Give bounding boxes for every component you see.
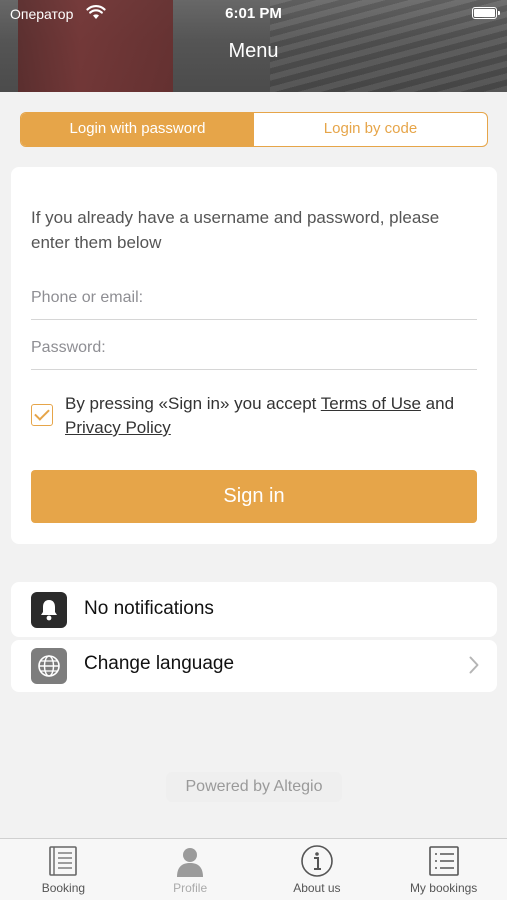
page-title: Menu [228,40,279,62]
tab-profile[interactable]: Profile [127,839,254,900]
tab-about[interactable]: About us [254,839,381,900]
language-label: Change language [84,653,235,674]
tab-booking-label: Booking [41,881,86,895]
chevron-right-icon [469,656,479,674]
tab-my-bookings-label: My bookings [409,881,478,895]
phone-email-field [31,280,477,320]
consent-prefix: By pressing «Sign in» you accept [65,394,321,413]
password-field [31,330,477,370]
info-icon [301,845,333,877]
status-bar: Оператор 6:01 PM [0,0,507,28]
login-intro-text: If you already have a username and passw… [31,208,440,252]
tab-booking[interactable]: Booking [0,839,127,900]
terms-link[interactable]: Terms of Use [321,394,421,413]
privacy-link[interactable]: Privacy Policy [65,418,171,437]
header-background: Оператор 6:01 PM Menu [0,0,507,92]
bottom-tab-bar: Booking Profile About us My bookings [0,838,507,900]
battery-icon [472,7,500,19]
password-input[interactable] [31,330,477,366]
tab-about-label: About us [293,881,341,895]
bell-icon [31,592,67,628]
consent-text: By pressing «Sign in» you accept Terms o… [65,392,485,440]
list-icon [428,846,459,876]
booking-icon [49,846,78,876]
consent-checkbox[interactable] [31,404,53,426]
change-language-row[interactable]: Change language [11,640,497,692]
tab-login-password[interactable]: Login with password [21,113,254,146]
tab-my-bookings[interactable]: My bookings [380,839,507,900]
profile-icon [177,848,204,877]
login-card: If you already have a username and passw… [11,167,497,544]
globe-icon [31,648,67,684]
tab-login-code[interactable]: Login by code [254,113,487,146]
consent-row: By pressing «Sign in» you accept Terms o… [31,392,477,442]
phone-email-input[interactable] [31,280,477,316]
login-mode-tabs: Login with password Login by code [20,112,488,147]
notifications-label: No notifications [84,598,214,619]
tab-profile-label: Profile [173,881,208,895]
consent-and: and [420,394,455,413]
clock: 6:01 PM [225,5,282,22]
sign-in-button[interactable]: Sign in [31,470,477,523]
powered-by-text: Powered by Altegio [166,772,342,802]
notifications-row[interactable]: No notifications [11,582,497,637]
